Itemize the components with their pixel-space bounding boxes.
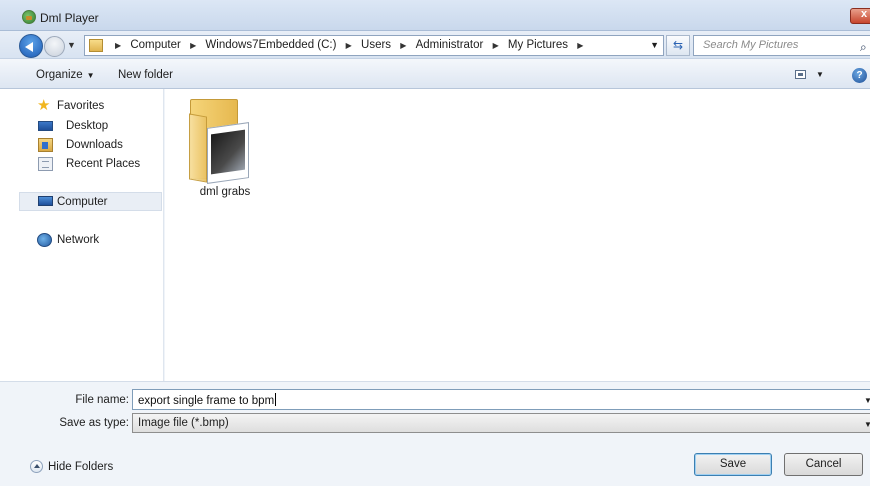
- title-bar: Dml Player: [0, 0, 870, 31]
- folder-item[interactable]: dml grabs: [185, 95, 255, 200]
- breadcrumb-item[interactable]: Administrator: [416, 39, 484, 51]
- text-caret: [275, 393, 277, 406]
- network-icon: [37, 233, 52, 247]
- cancel-button[interactable]: Cancel: [784, 453, 863, 476]
- back-button[interactable]: [19, 34, 43, 58]
- search-input[interactable]: Search My Pictures: [693, 35, 870, 56]
- save-as-type-dropdown-icon[interactable]: ▼: [864, 420, 870, 429]
- breadcrumb-item[interactable]: Users: [361, 39, 391, 51]
- file-name-value: export single frame to bpm: [138, 395, 275, 407]
- view-options-dropdown-icon[interactable]: ▼: [816, 70, 824, 79]
- nav-item-desktop[interactable]: Desktop: [0, 117, 162, 136]
- navigation-pane: ★ Favorites Desktop Downloads Recent Pla…: [0, 89, 164, 381]
- nav-item-favorites[interactable]: ★ Favorites: [0, 97, 162, 116]
- folder-front-panel: [189, 113, 207, 183]
- organize-button[interactable]: Organize ▼: [36, 69, 95, 81]
- refresh-button[interactable]: ⇆: [666, 35, 690, 56]
- nav-item-label: Downloads: [66, 139, 123, 151]
- breadcrumb-chevron-icon[interactable]: ▶: [115, 41, 121, 50]
- computer-icon: [38, 196, 53, 206]
- breadcrumb-chevron-icon[interactable]: ▶: [493, 41, 499, 50]
- breadcrumb-item[interactable]: My Pictures: [508, 39, 568, 51]
- new-folder-button[interactable]: New folder: [118, 69, 173, 81]
- recent-places-icon: [38, 157, 53, 171]
- save-form: File name: export single frame to bpm ▼ …: [0, 381, 870, 486]
- app-icon: [22, 10, 36, 24]
- nav-item-network[interactable]: Network: [0, 231, 162, 250]
- desktop-icon: [38, 121, 53, 131]
- recent-pages-dropdown-icon[interactable]: ▼: [67, 40, 76, 50]
- nav-item-downloads[interactable]: Downloads: [0, 136, 162, 155]
- breadcrumb-chevron-icon[interactable]: ▶: [190, 41, 196, 50]
- file-name-label: File name:: [75, 394, 129, 406]
- address-dropdown-icon[interactable]: ▼: [650, 40, 659, 50]
- change-view-icon[interactable]: [795, 70, 806, 79]
- hide-folders-button[interactable]: Hide Folders: [48, 461, 113, 473]
- save-as-type-label: Save as type:: [59, 417, 129, 429]
- navigation-bar: ▼ ▶ Computer ▶ Windows7Embedded (C:) ▶ U…: [0, 31, 870, 58]
- save-button[interactable]: Save: [694, 453, 772, 476]
- breadcrumb-chevron-icon[interactable]: ▶: [577, 41, 583, 50]
- folder-name: dml grabs: [199, 186, 251, 198]
- save-as-type-select[interactable]: Image file (*.bmp): [132, 413, 870, 433]
- chevron-down-icon: ▼: [86, 71, 95, 80]
- nav-item-label: Computer: [57, 196, 108, 208]
- file-name-field[interactable]: export single frame to bpm: [132, 389, 870, 410]
- window-title: Dml Player: [40, 11, 99, 25]
- nav-item-label: Desktop: [66, 120, 109, 132]
- breadcrumb-item[interactable]: Windows7Embedded (C:): [205, 39, 336, 51]
- folder-icon: [89, 39, 103, 52]
- downloads-icon: [38, 138, 53, 152]
- collapse-icon[interactable]: [30, 460, 43, 473]
- breadcrumb-chevron-icon[interactable]: ▶: [346, 41, 352, 50]
- nav-item-label: Network: [57, 234, 100, 246]
- nav-item-recent-places[interactable]: Recent Places: [0, 155, 162, 174]
- nav-item-label: Favorites: [57, 100, 105, 112]
- help-icon[interactable]: ?: [852, 68, 867, 83]
- organize-label: Organize: [36, 69, 83, 81]
- breadcrumb: ▶ Computer ▶ Windows7Embedded (C:) ▶ Use…: [109, 39, 589, 51]
- nav-item-label: Recent Places: [66, 158, 141, 170]
- folder-preview-thumbnail: [207, 122, 249, 184]
- star-icon: ★: [37, 97, 51, 114]
- breadcrumb-item[interactable]: Computer: [130, 39, 181, 51]
- close-button[interactable]: [850, 8, 870, 24]
- file-name-dropdown-icon[interactable]: ▼: [864, 396, 870, 405]
- command-toolbar: Organize ▼ New folder ▼ ?: [0, 58, 870, 89]
- file-list: dml grabs: [165, 89, 870, 381]
- nav-item-computer[interactable]: Computer: [19, 192, 162, 211]
- forward-button[interactable]: [44, 36, 65, 57]
- search-icon[interactable]: ⌕: [860, 40, 867, 55]
- address-bar[interactable]: ▶ Computer ▶ Windows7Embedded (C:) ▶ Use…: [84, 35, 664, 56]
- breadcrumb-chevron-icon[interactable]: ▶: [400, 41, 406, 50]
